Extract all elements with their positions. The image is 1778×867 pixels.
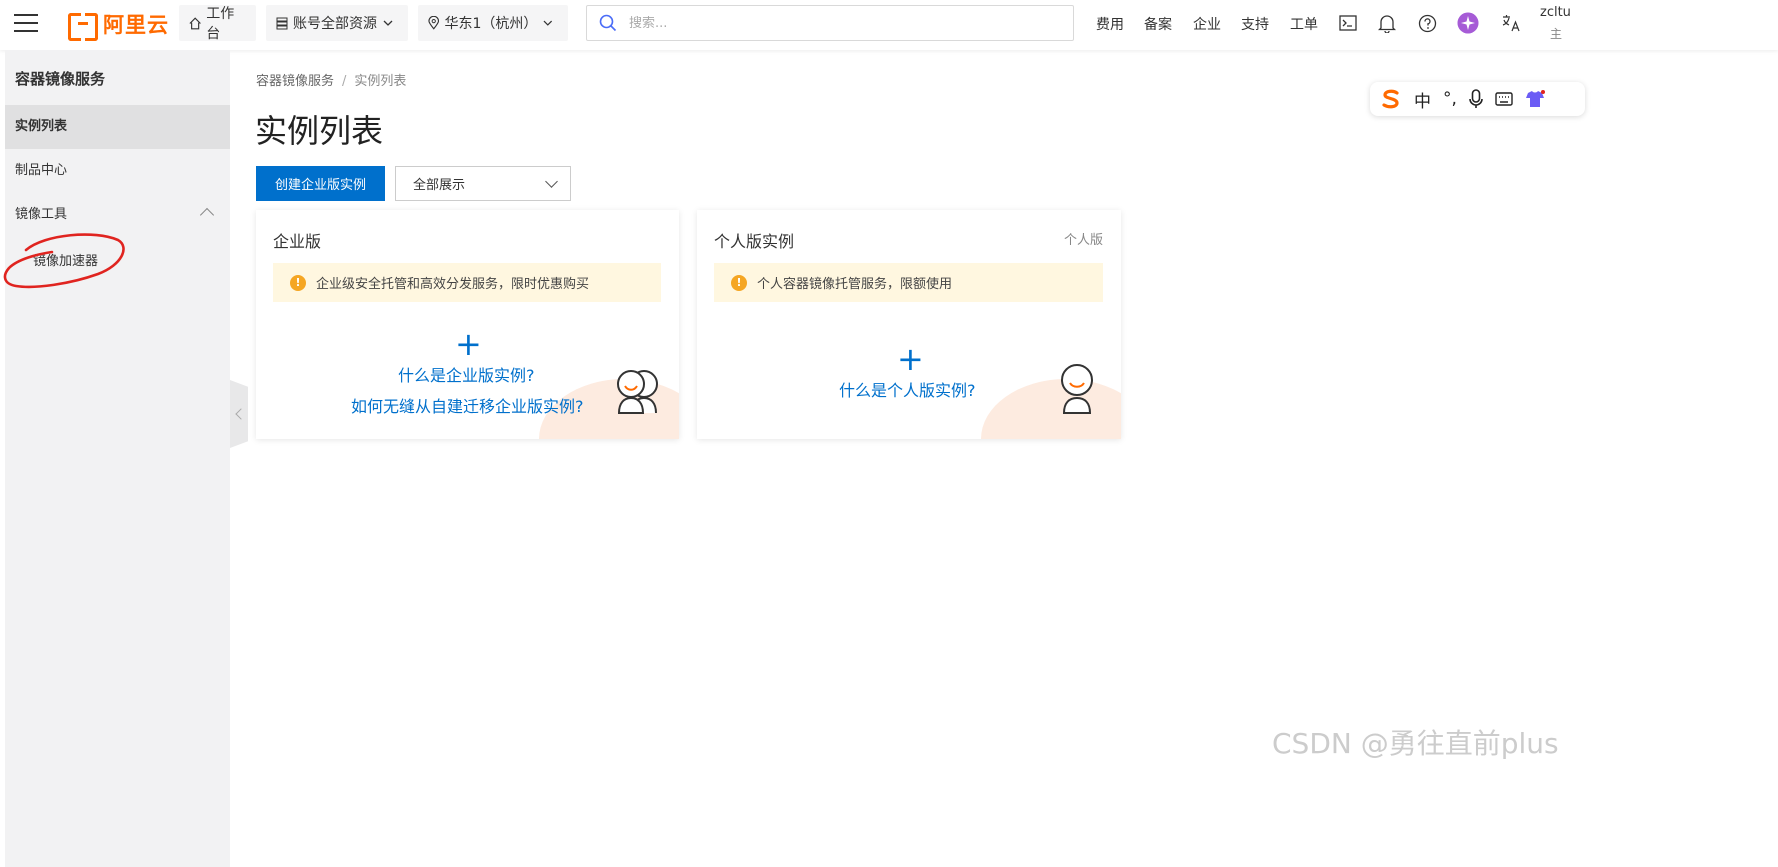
personal-help-link[interactable]: 什么是个人版实例?	[839, 377, 976, 401]
menu-icon[interactable]	[14, 12, 38, 34]
create-instance-button[interactable]: 创建企业版实例	[256, 166, 385, 201]
region-label: 华东1（杭州）	[444, 16, 538, 32]
microphone-icon[interactable]	[1469, 89, 1483, 109]
filter-select-value: 全部展示	[413, 178, 466, 193]
warning-icon: !	[731, 274, 747, 291]
group-avatar-icon	[617, 370, 658, 414]
notice-banner: ! 企业级安全托管和高效分发服务，限时优惠购买	[273, 263, 661, 302]
ime-toolbar: 中 °,	[1370, 82, 1585, 116]
sidebar: 容器镜像服务 实例列表 制品中心 镜像工具 镜像加速器	[5, 50, 230, 867]
sidebar-collapse-handle[interactable]	[230, 380, 248, 448]
annotation-circle	[3, 233, 125, 289]
sidebar-item-label: 镜像工具	[15, 207, 68, 222]
workbench-label: 工作台	[206, 6, 235, 42]
aliyun-logo[interactable]: 阿里云	[68, 11, 169, 41]
filter-select[interactable]: 全部展示	[395, 166, 571, 201]
person-avatar-icon	[1061, 364, 1093, 414]
user-role: 主	[1550, 27, 1563, 41]
chevron-down-icon	[383, 20, 393, 26]
warning-icon: !	[290, 274, 306, 291]
nav-tickets[interactable]: 工单	[1290, 14, 1318, 34]
resources-label: 账号全部资源	[293, 16, 377, 32]
bell-icon[interactable]	[1376, 12, 1398, 34]
terminal-icon[interactable]	[1337, 12, 1359, 34]
skin-icon[interactable]	[1525, 90, 1545, 108]
notice-text: 个人容器镜像托管服务，限额使用	[757, 277, 953, 292]
notice-text: 企业级安全托管和高效分发服务，限时优惠购买	[316, 277, 590, 292]
user-name[interactable]: zcltu	[1540, 5, 1571, 20]
chevron-down-icon	[545, 175, 558, 188]
workbench-button[interactable]: 工作台	[179, 5, 256, 42]
page-title: 实例列表	[255, 112, 384, 150]
aliyun-logo-mark	[68, 13, 98, 41]
resources-dropdown[interactable]: 账号全部资源	[266, 5, 408, 41]
enterprise-help-link[interactable]: 什么是企业版实例?	[398, 362, 535, 386]
decoration-shape	[981, 379, 1121, 439]
breadcrumb-link[interactable]: 容器镜像服务	[256, 74, 334, 89]
top-bar: 阿里云 工作台 账号全部资源 华东1（杭州） 费用 备案 企业 支持 工单 zc…	[0, 0, 1778, 50]
resource-icon	[276, 17, 288, 29]
enterprise-instance-card: 企业版 ! 企业级安全托管和高效分发服务，限时优惠购买 + 什么是企业版实例? …	[256, 210, 679, 439]
translate-icon[interactable]	[1500, 12, 1522, 34]
migration-help-link[interactable]: 如何无缝从自建迁移企业版实例?	[351, 393, 584, 417]
ai-assistant-icon[interactable]	[1457, 12, 1479, 34]
card-title: 企业版	[273, 232, 322, 251]
help-icon[interactable]	[1416, 12, 1438, 34]
sidebar-item-instances[interactable]: 实例列表	[5, 105, 230, 149]
ime-punctuation[interactable]: °,	[1443, 89, 1457, 109]
sidebar-item-artifacts[interactable]: 制品中心	[5, 149, 230, 193]
sidebar-title: 容器镜像服务	[15, 70, 106, 88]
watermark: CSDN @勇往直前plus	[1272, 727, 1559, 760]
chevron-up-icon	[199, 207, 215, 223]
breadcrumb-separator: /	[342, 74, 347, 89]
nav-filing[interactable]: 备案	[1144, 14, 1172, 34]
personal-instance-card: 个人版实例 个人版 ! 个人容器镜像托管服务，限额使用 + 什么是个人版实例?	[697, 210, 1121, 439]
search-icon	[599, 14, 617, 32]
breadcrumb-current: 实例列表	[354, 74, 407, 89]
nav-fees[interactable]: 费用	[1096, 14, 1124, 34]
location-icon	[428, 16, 440, 30]
card-title: 个人版实例	[714, 232, 795, 251]
edition-tag: 个人版	[1063, 233, 1103, 248]
region-dropdown[interactable]: 华东1（杭州）	[418, 5, 568, 41]
ime-chinese-mode[interactable]: 中	[1414, 87, 1431, 112]
search-box[interactable]	[586, 5, 1074, 41]
keyboard-icon[interactable]	[1495, 91, 1513, 107]
plus-icon[interactable]: +	[455, 328, 482, 360]
home-icon	[189, 16, 201, 29]
sogou-icon[interactable]	[1380, 89, 1402, 109]
search-input[interactable]	[629, 15, 1029, 31]
nav-support[interactable]: 支持	[1241, 14, 1269, 34]
plus-icon[interactable]: +	[897, 343, 924, 375]
notice-banner: ! 个人容器镜像托管服务，限额使用	[714, 263, 1103, 302]
breadcrumb: 容器镜像服务 / 实例列表	[256, 70, 406, 89]
logo-text: 阿里云	[103, 13, 169, 37]
nav-enterprise[interactable]: 企业	[1193, 14, 1221, 34]
chevron-down-icon	[543, 20, 553, 26]
